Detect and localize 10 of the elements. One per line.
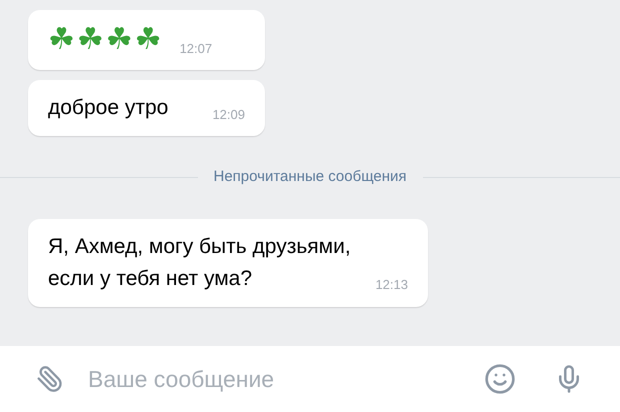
message-time: 12:09 [212, 106, 245, 124]
composer-bar[interactable]: Ваше сообщение [0, 346, 620, 412]
emoji-icon[interactable] [484, 363, 516, 395]
attach-icon[interactable] [36, 365, 64, 393]
message-text: доброе утро [48, 95, 170, 121]
message-time: 12:07 [180, 40, 212, 58]
unread-divider-label: Непрочитанные сообщения [214, 167, 406, 187]
message-emoji: ☘☘☘☘ [48, 22, 164, 58]
message-time: 12:13 [375, 276, 408, 294]
message-text: Я, Ахмед, могу быть друзьями, если у тебя нет ума? [48, 234, 352, 292]
